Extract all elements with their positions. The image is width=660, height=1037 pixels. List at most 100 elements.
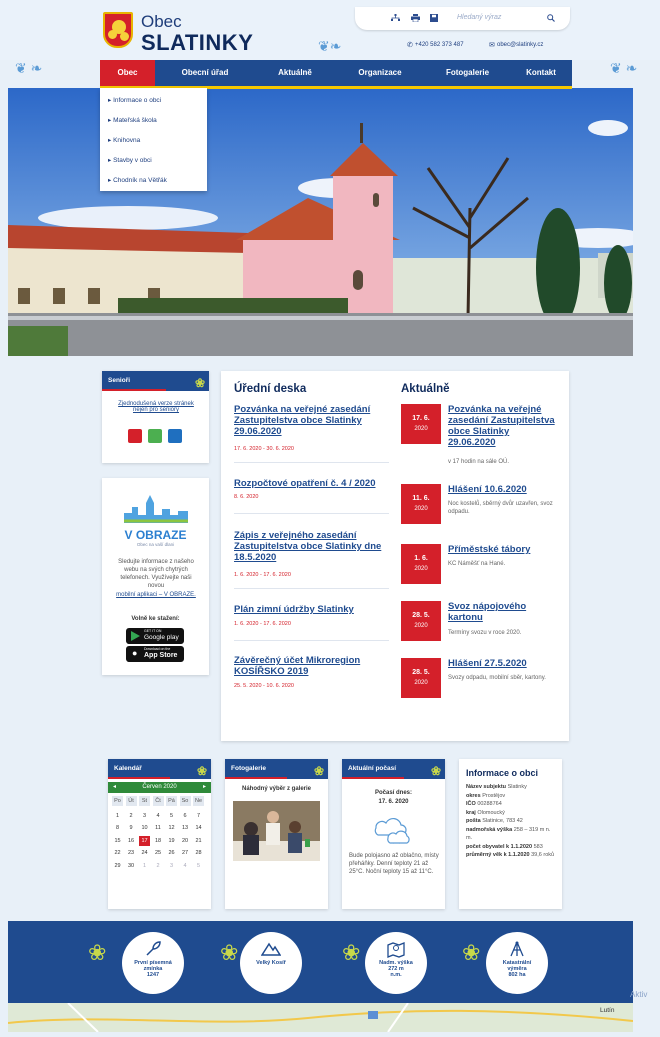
calendar-day[interactable]: 20: [180, 836, 191, 846]
green-theme-icon[interactable]: [148, 429, 162, 443]
nav-item-kontakt[interactable]: Kontakt: [510, 60, 572, 86]
info-label: okres: [466, 792, 483, 799]
calendar-day[interactable]: 6: [180, 811, 191, 821]
nav-item-organizace[interactable]: Organizace: [335, 60, 425, 86]
calendar-day[interactable]: 10: [139, 823, 150, 833]
google-play-badge[interactable]: GET IT ON Google play: [126, 628, 184, 644]
vobraze-tagline: Obec na vaší dlani: [136, 542, 175, 547]
gallery-caption: Náhodný výběr z galerie: [241, 786, 312, 792]
board-item-title[interactable]: Zápis z veřejného zasedání Zastupitelstv…: [234, 530, 389, 563]
calendar-day[interactable]: 30: [126, 861, 137, 871]
calendar-day[interactable]: 3: [139, 811, 150, 821]
divider: [234, 462, 389, 463]
info-row: IČO 00288764: [466, 800, 558, 809]
calendar-day[interactable]: 13: [180, 823, 191, 833]
calendar-day[interactable]: 8: [112, 823, 123, 833]
brand-name[interactable]: SLATINKY: [141, 30, 253, 56]
info-value: Prostějov: [482, 792, 506, 799]
info-value: Slatinky: [507, 784, 527, 790]
info-row: nadmořská výška 258 – 319 m n. m.: [466, 826, 558, 843]
info-value: 583: [533, 843, 543, 850]
sitemap-icon[interactable]: [391, 14, 400, 24]
calendar-day[interactable]: 9: [126, 823, 137, 833]
calendar-day[interactable]: 18: [153, 836, 164, 846]
dropdown-item[interactable]: ▸ Knihovna: [108, 136, 140, 144]
calendar-day[interactable]: 4: [153, 811, 164, 821]
gallery-photo[interactable]: [233, 801, 320, 861]
calendar-day[interactable]: 2: [126, 811, 137, 821]
vobraze-panel: V OBRAZE Obec na vaší dlani Sledujte inf…: [102, 478, 209, 675]
calendar-today[interactable]: 17: [139, 835, 150, 846]
board-item-title[interactable]: Plán zimní údržby Slatinky: [234, 604, 389, 615]
nav-item-fotogalerie[interactable]: Fotogalerie: [425, 60, 510, 86]
search-input[interactable]: Hledaný výraz: [457, 14, 501, 21]
calendar-day[interactable]: 14: [193, 823, 204, 833]
board-item-title[interactable]: Závěrečný účet Mikroregion KOSÍŘSKO 2019: [234, 655, 389, 677]
calendar-day[interactable]: 15: [112, 836, 123, 846]
grape-icon: ❀: [313, 764, 324, 778]
stat-first-mention: První písemná zmínka 1247: [122, 932, 184, 994]
calendar-weekday: Ne: [193, 796, 204, 806]
calendar-day[interactable]: 16: [126, 836, 137, 846]
calendar-day[interactable]: 7: [193, 811, 204, 821]
save-icon[interactable]: [430, 14, 438, 24]
mountain-icon: [260, 942, 282, 956]
info-value: Slatinice, 783 42: [482, 818, 523, 824]
calendar-day[interactable]: 12: [166, 823, 177, 833]
nav-item-aktualne[interactable]: Aktuálně: [255, 60, 335, 86]
calendar-day[interactable]: 28: [193, 848, 204, 858]
calendar-day[interactable]: 25: [153, 848, 164, 858]
blue-theme-icon[interactable]: [168, 429, 182, 443]
calendar-day[interactable]: 1: [112, 811, 123, 821]
news-title[interactable]: Svoz nápojového kartonu: [448, 601, 558, 623]
calendar-day[interactable]: 5: [193, 861, 204, 871]
info-label: pošta: [466, 818, 483, 824]
dropdown-item[interactable]: ▸ Chodník na Větřák: [108, 176, 167, 184]
calendar-day[interactable]: 11: [153, 823, 164, 833]
vobraze-app-link[interactable]: mobilní aplikaci – V OBRAZE.: [112, 591, 200, 599]
board-item-date: 1. 6. 2020 - 17. 6. 2020: [234, 621, 291, 627]
calendar-day[interactable]: 27: [180, 848, 191, 858]
news-desc: KC Náměšť na Hané.: [448, 561, 506, 567]
nav-item-obecni-urad[interactable]: Obecní úřad: [155, 60, 255, 86]
coat-of-arms-logo[interactable]: [103, 12, 133, 48]
dropdown-item[interactable]: ▸ Stavby v obci: [108, 156, 152, 164]
board-item-title[interactable]: Rozpočtové opatření č. 4 / 2020: [234, 478, 389, 489]
grapes-decoration: ❀: [220, 940, 239, 965]
high-contrast-icon[interactable]: [128, 429, 142, 443]
news-title[interactable]: Příměstské tábory: [448, 544, 558, 555]
weather-date: 17. 6. 2020: [378, 799, 409, 805]
seniori-link[interactable]: Zjednodušená verze stránek nejen pro sen…: [110, 401, 202, 413]
prev-month-arrow[interactable]: ◂: [113, 782, 116, 793]
news-title[interactable]: Hlášení 27.5.2020: [448, 658, 558, 669]
news-date-badge: 28. 5. 2020: [401, 601, 441, 641]
calendar-day[interactable]: 21: [193, 836, 204, 846]
map-strip[interactable]: Lutín: [7, 1002, 634, 1033]
calendar-day[interactable]: 23: [126, 848, 137, 858]
news-title[interactable]: Pozvánka na veřejné zasedání Zastupitels…: [448, 404, 558, 448]
calendar-day[interactable]: 1: [139, 861, 150, 871]
calendar-day[interactable]: 24: [139, 848, 150, 858]
dropdown-item[interactable]: ▸ Mateřská škola: [108, 116, 157, 124]
search-icon[interactable]: [547, 14, 555, 24]
calendar-weekday: Út: [125, 796, 137, 806]
calendar-day[interactable]: 3: [166, 861, 177, 871]
calendar-day[interactable]: 2: [153, 861, 164, 871]
nav-item-obec[interactable]: Obec: [100, 60, 155, 86]
news-title[interactable]: Hlášení 10.6.2020: [448, 484, 558, 495]
email-icon: ✉: [489, 42, 495, 49]
calendar-day[interactable]: 22: [112, 848, 123, 858]
calendar-day[interactable]: 26: [166, 848, 177, 858]
calendar-day[interactable]: 4: [180, 861, 191, 871]
calendar-day[interactable]: 5: [166, 811, 177, 821]
app-store-badge[interactable]: Download on the App Store ●: [126, 646, 184, 662]
calendar-day[interactable]: 19: [166, 836, 177, 846]
calendar-day[interactable]: 29: [112, 861, 123, 871]
brand-top[interactable]: Obec: [141, 12, 182, 32]
contact-email[interactable]: obec@slatinky.cz: [497, 42, 543, 48]
contact-phone[interactable]: +420 582 373 487: [415, 42, 464, 48]
dropdown-item[interactable]: ▸ Informace o obci: [108, 96, 161, 104]
next-month-arrow[interactable]: ▸: [203, 782, 206, 793]
board-item-title[interactable]: Pozvánka na veřejné zasedání Zastupitels…: [234, 404, 389, 437]
print-icon[interactable]: [411, 14, 420, 24]
